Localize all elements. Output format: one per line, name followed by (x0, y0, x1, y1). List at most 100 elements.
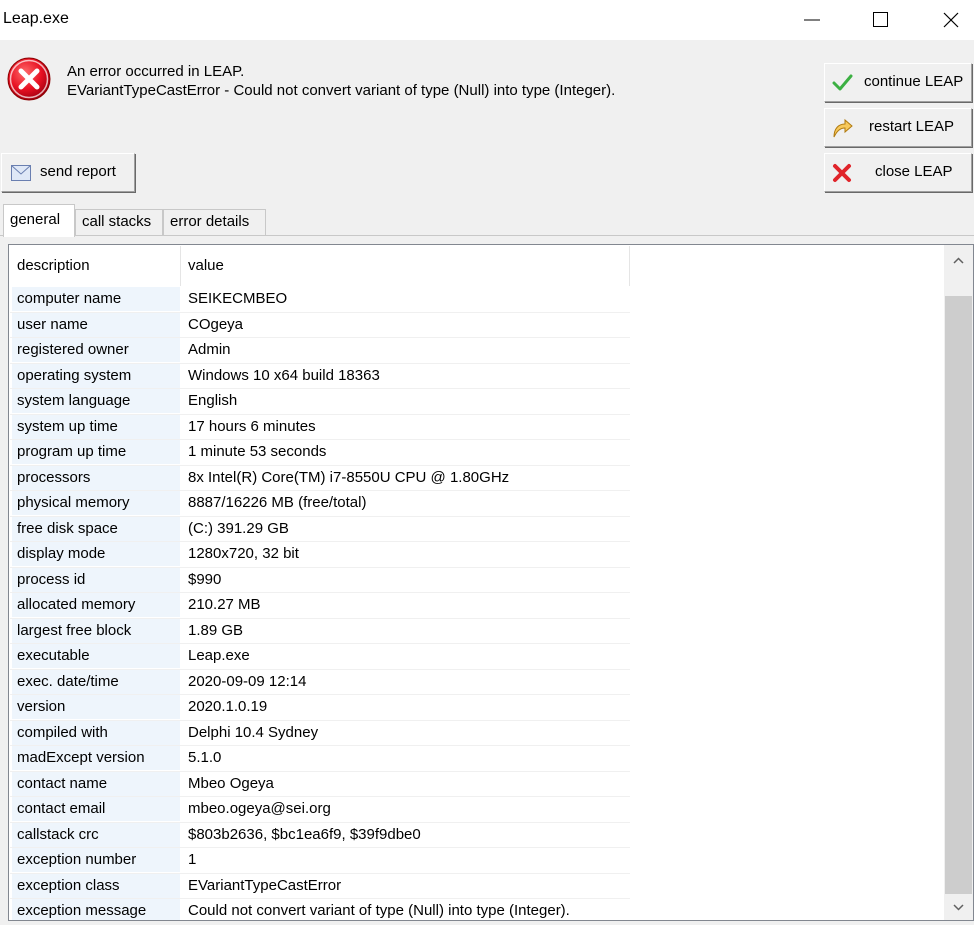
table-row[interactable]: computer name SEIKECMBEO (10, 287, 630, 313)
row-value: 8887/16226 MB (free/total) (188, 494, 367, 511)
table-row[interactable]: exec. date/time 2020-09-09 12:14 (10, 669, 630, 695)
maximize-icon (873, 12, 888, 27)
row-description: program up time (12, 440, 180, 464)
row-description: display mode (12, 542, 180, 566)
row-description: callstack crc (12, 822, 180, 847)
row-description: version (12, 695, 180, 719)
table-row[interactable]: compiled with Delphi 10.4 Sydney (10, 720, 630, 746)
send-report-label: send report (40, 163, 116, 180)
restart-label: restart LEAP (869, 118, 955, 135)
close-leap-button[interactable]: close LEAP (824, 153, 972, 192)
table-row[interactable]: exception message Could not convert varia… (10, 899, 630, 920)
row-value: 17 hours 6 minutes (188, 417, 316, 435)
send-report-button[interactable]: send report (1, 153, 135, 192)
tab-call-stacks[interactable]: call stacks (75, 209, 163, 236)
table-row[interactable]: registered owner Admin (10, 338, 630, 364)
table-row[interactable]: display mode 1280x720, 32 bit (10, 542, 630, 568)
row-value: mbeo.ogeya@sei.org (188, 800, 331, 817)
row-description: operating system (12, 363, 180, 388)
minimize-icon (804, 19, 820, 21)
table-header: description value (10, 246, 630, 287)
row-description: processors (12, 465, 180, 490)
table-row[interactable]: system up time 17 hours 6 minutes (10, 414, 630, 440)
row-value: 1.89 GB (188, 621, 244, 639)
row-description: contact email (12, 797, 180, 821)
row-value: Mbeo Ogeya (188, 774, 274, 792)
row-value: 2020-09-09 12:14 (188, 672, 307, 690)
details-table: description value computer name SEIKECMBE… (10, 246, 630, 920)
row-description: exception number (12, 848, 180, 872)
vertical-scrollbar[interactable] (944, 245, 973, 920)
tab-divider (0, 235, 974, 236)
details-panel: description value computer name SEIKECMBE… (8, 244, 974, 921)
row-value: EVariantTypeCastError (188, 876, 342, 894)
row-value: 2020.1.0.19 (188, 698, 268, 715)
row-value: 1280x720, 32 bit (188, 545, 299, 562)
scroll-down-button[interactable] (944, 895, 973, 920)
table-row[interactable]: contact name Mbeo Ogeya (10, 771, 630, 797)
tab-bar: general call stacks error details (0, 204, 974, 237)
minimize-button[interactable] (789, 0, 835, 40)
tab-general[interactable]: general (3, 204, 75, 237)
table-row[interactable]: exception number 1 (10, 848, 630, 874)
row-value: (C:) 391.29 GB (188, 519, 289, 537)
row-value: 210.27 MB (188, 596, 261, 613)
close-window-button[interactable] (928, 0, 974, 40)
table-row[interactable]: callstack crc $803b2636, $bc1ea6f9, $39f9… (10, 822, 630, 848)
row-description: executable (12, 644, 180, 668)
table-row[interactable]: program up time 1 minute 53 seconds (10, 440, 630, 466)
row-value: Leap.exe (188, 647, 250, 664)
row-description: user name (12, 312, 180, 337)
table-row[interactable]: largest free block 1.89 GB (10, 618, 630, 644)
header-value[interactable]: value (188, 257, 224, 274)
table-row[interactable]: process id $990 (10, 567, 630, 593)
table-row[interactable]: system language English (10, 389, 630, 415)
column-divider[interactable] (180, 246, 181, 286)
table-row[interactable]: physical memory 8887/16226 MB (free/total… (10, 491, 630, 517)
row-value: $990 (188, 570, 222, 588)
continue-label: continue LEAP (864, 73, 964, 90)
tab-error-details[interactable]: error details (163, 209, 266, 236)
title-bar: Leap.exe (0, 0, 974, 40)
row-value: $803b2636, $bc1ea6f9, $39f9dbe0 (188, 825, 421, 843)
row-description: system up time (12, 414, 180, 439)
table-row[interactable]: madExcept version 5.1.0 (10, 746, 630, 772)
row-description: contact name (12, 771, 180, 796)
row-description: physical memory (12, 491, 180, 515)
table-row[interactable]: contact email mbeo.ogeya@sei.org (10, 797, 630, 823)
row-value: English (188, 392, 238, 409)
table-row[interactable]: free disk space (C:) 391.29 GB (10, 516, 630, 542)
close-label: close LEAP (875, 163, 953, 180)
continue-leap-button[interactable]: continue LEAP (824, 63, 972, 102)
row-description: process id (12, 567, 180, 592)
row-value: 1 (188, 851, 197, 868)
error-line-1: An error occurred in LEAP. (67, 63, 245, 80)
envelope-icon (11, 165, 31, 181)
table-row[interactable]: exception class EVariantTypeCastError (10, 873, 630, 899)
chevron-up-icon (953, 257, 964, 264)
table-row[interactable]: processors 8x Intel(R) Core(TM) i7-8550U … (10, 465, 630, 491)
header-description[interactable]: description (17, 257, 90, 274)
row-description: registered owner (12, 338, 180, 362)
row-description: exception class (12, 873, 180, 898)
maximize-button[interactable] (858, 0, 904, 40)
table-row[interactable]: executable Leap.exe (10, 644, 630, 670)
restart-leap-button[interactable]: restart LEAP (824, 108, 972, 147)
row-value: COgeya (188, 315, 244, 333)
row-value: Admin (188, 341, 231, 358)
row-description: computer name (12, 287, 180, 311)
scroll-up-button[interactable] (944, 245, 973, 280)
row-description: exec. date/time (12, 669, 180, 694)
table-row[interactable]: operating system Windows 10 x64 build 183… (10, 363, 630, 389)
red-x-icon (833, 164, 851, 182)
error-line-2: EVariantTypeCastError - Could not conver… (67, 82, 616, 99)
row-description: exception message (12, 899, 180, 920)
table-row[interactable]: user name COgeya (10, 312, 630, 338)
table-row[interactable]: version 2020.1.0.19 (10, 695, 630, 721)
error-message: An error occurred in LEAP. EVariantTypeC… (67, 62, 615, 100)
column-divider[interactable] (629, 246, 630, 286)
row-description: allocated memory (12, 593, 180, 617)
scrollbar-thumb[interactable] (945, 296, 972, 894)
table-row[interactable]: allocated memory 210.27 MB (10, 593, 630, 619)
row-value: 5.1.0 (188, 749, 222, 766)
